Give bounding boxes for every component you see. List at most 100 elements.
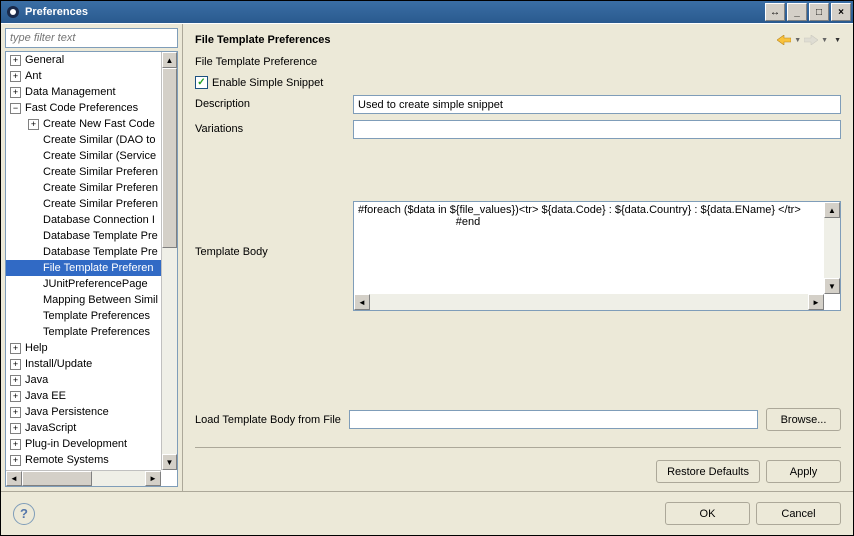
textarea-hscroll[interactable]: ◄ ► bbox=[354, 294, 824, 310]
tree-item-label: Database Connection I bbox=[43, 214, 155, 226]
tree-item-label: Create Similar Preferen bbox=[43, 166, 158, 178]
ok-button[interactable]: OK bbox=[665, 502, 750, 525]
tree-container: +General+Ant+Data Management−Fast Code P… bbox=[5, 51, 178, 487]
tree-item[interactable]: Create Similar Preferen bbox=[6, 180, 161, 196]
tree-item[interactable]: +Create New Fast Code bbox=[6, 116, 161, 132]
section-label: File Template Preference bbox=[195, 56, 841, 68]
tree-item[interactable]: File Template Preferen bbox=[6, 260, 161, 276]
tree-item[interactable]: +JavaScript bbox=[6, 420, 161, 436]
expand-icon[interactable]: + bbox=[10, 439, 21, 450]
tree-item[interactable]: Database Connection I bbox=[6, 212, 161, 228]
scroll-down-button[interactable]: ▼ bbox=[162, 454, 177, 470]
expand-icon[interactable]: + bbox=[10, 375, 21, 386]
tree-item[interactable]: Create Similar (Service bbox=[6, 148, 161, 164]
tree-item-label: Help bbox=[25, 342, 48, 354]
browse-button[interactable]: Browse... bbox=[766, 408, 841, 431]
template-body-textarea[interactable]: #foreach ($data in ${file_values})<tr> $… bbox=[353, 201, 841, 311]
expand-icon[interactable]: + bbox=[28, 119, 39, 130]
maximize-button[interactable]: □ bbox=[809, 3, 829, 21]
expand-icon[interactable]: + bbox=[10, 455, 21, 466]
tree-item[interactable]: Database Template Pre bbox=[6, 228, 161, 244]
tree-spacer bbox=[28, 327, 39, 338]
tree-item[interactable]: Template Preferences bbox=[6, 308, 161, 324]
tree-item[interactable]: +Remote Systems bbox=[6, 452, 161, 468]
scroll-up-button[interactable]: ▲ bbox=[162, 52, 177, 68]
expand-icon[interactable]: + bbox=[10, 55, 21, 66]
textarea-vscroll[interactable]: ▲ ▼ bbox=[824, 202, 840, 294]
resize-button[interactable]: ↔ bbox=[765, 3, 785, 21]
collapse-icon[interactable]: − bbox=[10, 103, 21, 114]
tree-item-label: General bbox=[25, 54, 64, 66]
ta-scroll-right[interactable]: ► bbox=[808, 294, 824, 310]
tree-item-label: Java bbox=[25, 374, 48, 386]
tree-item[interactable]: +Data Management bbox=[6, 84, 161, 100]
tree-item[interactable]: Create Similar (DAO to bbox=[6, 132, 161, 148]
dialog-buttons: OK Cancel bbox=[665, 502, 841, 525]
ta-scroll-down[interactable]: ▼ bbox=[824, 278, 840, 294]
tree-item-label: Create Similar (DAO to bbox=[43, 134, 155, 146]
tree-item[interactable]: Template Preferences bbox=[6, 324, 161, 340]
expand-icon[interactable]: + bbox=[10, 359, 21, 370]
tree-item-label: Database Template Pre bbox=[43, 230, 158, 242]
menu-dropdown-icon[interactable]: ▼ bbox=[834, 37, 841, 44]
variations-label: Variations bbox=[195, 120, 345, 135]
cancel-button[interactable]: Cancel bbox=[756, 502, 841, 525]
back-dropdown-icon[interactable]: ▼ bbox=[794, 37, 801, 44]
tree-item-label: Template Preferences bbox=[43, 326, 150, 338]
scroll-right-button[interactable]: ► bbox=[145, 471, 161, 486]
restore-defaults-button[interactable]: Restore Defaults bbox=[656, 460, 760, 483]
template-body-row: Template Body #foreach ($data in ${file_… bbox=[195, 201, 841, 311]
tree-item[interactable]: +Ant bbox=[6, 68, 161, 84]
load-file-input[interactable] bbox=[349, 410, 758, 429]
expand-icon[interactable]: + bbox=[10, 391, 21, 402]
tree-item[interactable]: + Java bbox=[6, 372, 161, 388]
page-title: File Template Preferences bbox=[195, 34, 776, 46]
tree-hscrollbar[interactable]: ◄ ► bbox=[6, 470, 161, 486]
expand-icon[interactable]: + bbox=[10, 71, 21, 82]
tree-item[interactable]: Mapping Between Simil bbox=[6, 292, 161, 308]
apply-button[interactable]: Apply bbox=[766, 460, 841, 483]
tree-item[interactable]: +Install/Update bbox=[6, 356, 161, 372]
enable-snippet-checkbox[interactable]: ✓ bbox=[195, 76, 208, 89]
tree-item[interactable]: +Plug-in Development bbox=[6, 436, 161, 452]
tree-item[interactable]: Create Similar Preferen bbox=[6, 164, 161, 180]
tree-item-label: Mapping Between Simil bbox=[43, 294, 158, 306]
ta-scroll-up[interactable]: ▲ bbox=[824, 202, 840, 218]
expand-icon[interactable]: + bbox=[10, 87, 21, 98]
expand-icon[interactable]: + bbox=[10, 423, 21, 434]
minimize-button[interactable]: _ bbox=[787, 3, 807, 21]
tree-spacer bbox=[28, 183, 39, 194]
forward-dropdown-icon[interactable]: ▼ bbox=[821, 37, 828, 44]
load-file-row: Load Template Body from File Browse... bbox=[195, 408, 841, 431]
variations-input[interactable] bbox=[353, 120, 841, 139]
tree-vscrollbar[interactable]: ▲ ▼ bbox=[161, 52, 177, 470]
ta-scroll-left[interactable]: ◄ bbox=[354, 294, 370, 310]
tree-item[interactable]: + Java Persistence bbox=[6, 404, 161, 420]
tree-item[interactable]: −Fast Code Preferences bbox=[6, 100, 161, 116]
preference-tree[interactable]: +General+Ant+Data Management−Fast Code P… bbox=[6, 52, 161, 470]
tree-item-label: Java Persistence bbox=[25, 406, 109, 418]
template-body-content[interactable]: #foreach ($data in ${file_values})<tr> $… bbox=[354, 202, 824, 294]
back-button[interactable] bbox=[776, 32, 792, 48]
tree-spacer bbox=[28, 215, 39, 226]
description-input[interactable] bbox=[353, 95, 841, 114]
scroll-thumb[interactable] bbox=[162, 68, 177, 248]
expand-icon[interactable]: + bbox=[10, 407, 21, 418]
tree-spacer bbox=[28, 311, 39, 322]
scroll-left-button[interactable]: ◄ bbox=[6, 471, 22, 486]
tree-item[interactable]: +Java EE bbox=[6, 388, 161, 404]
hscroll-thumb[interactable] bbox=[22, 471, 92, 486]
tree-spacer bbox=[28, 247, 39, 258]
tree-item[interactable]: JUnitPreferencePage bbox=[6, 276, 161, 292]
tree-item-label: Create Similar Preferen bbox=[43, 182, 158, 194]
tree-item[interactable]: + Help bbox=[6, 340, 161, 356]
help-icon[interactable]: ? bbox=[13, 503, 35, 525]
tree-item[interactable]: Create Similar Preferen bbox=[6, 196, 161, 212]
tree-item-label: Fast Code Preferences bbox=[25, 102, 138, 114]
tree-item[interactable]: Database Template Pre bbox=[6, 244, 161, 260]
filter-input[interactable] bbox=[5, 28, 178, 48]
enable-snippet-row: ✓ Enable Simple Snippet bbox=[195, 76, 841, 89]
close-button[interactable]: × bbox=[831, 3, 851, 21]
expand-icon[interactable]: + bbox=[10, 343, 21, 354]
tree-item[interactable]: + General bbox=[6, 52, 161, 68]
